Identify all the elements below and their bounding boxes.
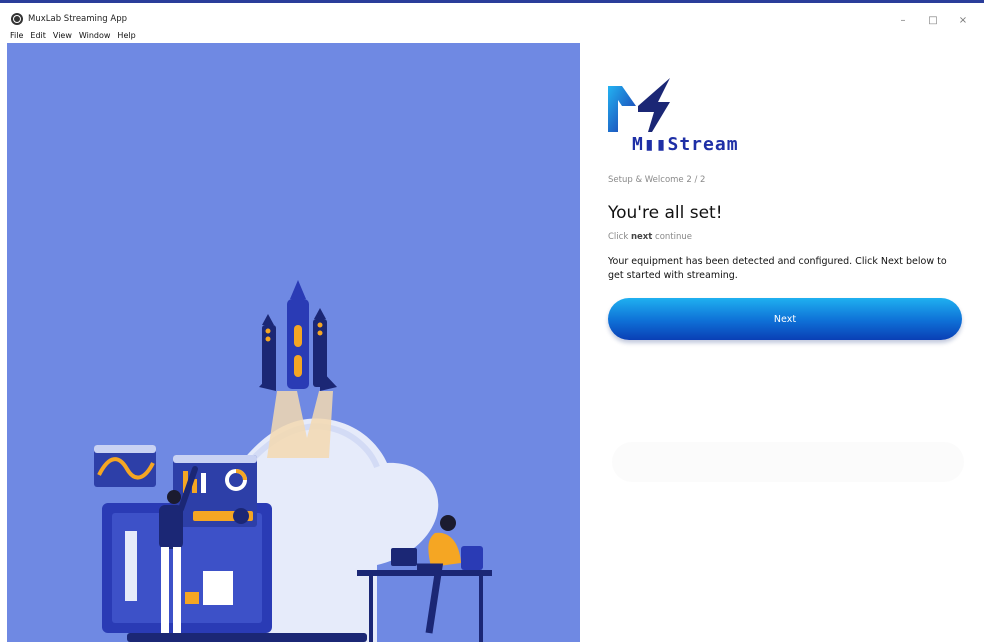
hint-bold: next	[630, 232, 653, 242]
page-title: You're all set!	[608, 203, 723, 223]
maximize-icon: □	[928, 14, 938, 26]
brand-wordmark: M▮▮Stream	[632, 134, 739, 155]
hint-suffix: continue	[655, 232, 693, 242]
menu-edit[interactable]: Edit	[30, 31, 46, 40]
menu-help[interactable]: Help	[117, 31, 135, 40]
floating-chart-card	[94, 445, 156, 487]
faded-panel-strip	[612, 442, 964, 482]
menu-file[interactable]: File	[10, 31, 23, 40]
app-icon	[11, 13, 23, 25]
hint-prefix: Click	[608, 232, 629, 242]
step-label: Setup & Welcome 2 / 2	[608, 175, 706, 185]
rocket-icon	[259, 280, 337, 391]
window-controls: – □ ×	[888, 9, 978, 31]
close-button[interactable]: ×	[948, 9, 978, 31]
muxstream-logo-icon	[608, 78, 670, 132]
maximize-button[interactable]: □	[918, 9, 948, 31]
menu-view[interactable]: View	[53, 31, 72, 40]
menu-bar: File Edit View Window Help	[10, 31, 136, 40]
hero-illustration	[7, 43, 580, 642]
rocket-launch-illustration	[94, 280, 492, 642]
close-icon: ×	[958, 14, 968, 26]
setup-description: Your equipment has been detected and con…	[608, 256, 947, 281]
title-row: MuxLab Streaming App	[11, 12, 127, 26]
exhaust-flame	[267, 391, 333, 458]
continue-hint: Click next continue	[608, 232, 692, 242]
window-title: MuxLab Streaming App	[28, 14, 127, 24]
minimize-button[interactable]: –	[888, 9, 918, 31]
title-bar: MuxLab Streaming App – □ × File Edit Vie…	[0, 0, 984, 42]
minimize-icon: –	[900, 14, 906, 26]
menu-window[interactable]: Window	[79, 31, 111, 40]
next-button[interactable]: Next	[608, 298, 962, 340]
